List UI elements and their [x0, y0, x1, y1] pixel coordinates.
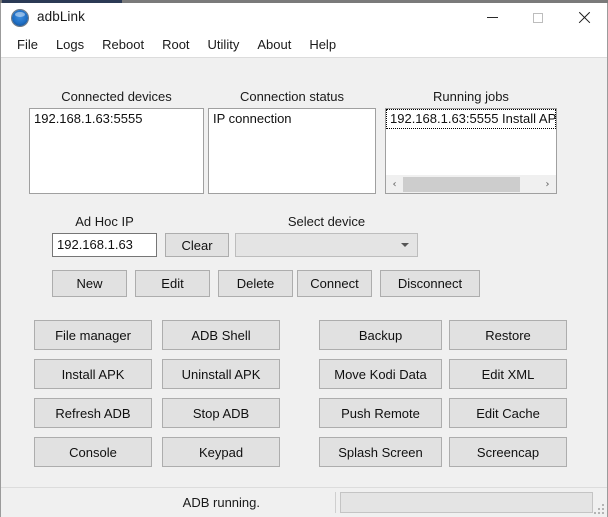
status-bar: ADB running.	[1, 487, 607, 517]
select-device-dropdown[interactable]	[235, 233, 418, 257]
file-manager-button[interactable]: File manager	[34, 320, 152, 350]
connection-status-label: Connection status	[239, 89, 345, 104]
select-device-value	[236, 234, 417, 240]
menu-item-reboot[interactable]: Reboot	[93, 35, 153, 55]
scroll-right-icon[interactable]: ›	[539, 176, 556, 193]
menu-bar: File Logs Reboot Root Utility About Help	[1, 33, 607, 58]
uninstall-apk-button[interactable]: Uninstall APK	[162, 359, 280, 389]
status-message: ADB running.	[182, 495, 260, 510]
clear-button[interactable]: Clear	[165, 233, 229, 257]
menu-item-about[interactable]: About	[248, 35, 300, 55]
move-kodi-data-button[interactable]: Move Kodi Data	[319, 359, 442, 389]
menu-item-utility[interactable]: Utility	[199, 35, 249, 55]
close-button[interactable]	[561, 3, 607, 32]
menu-item-root[interactable]: Root	[153, 35, 198, 55]
edit-button[interactable]: Edit	[135, 270, 210, 297]
client-area: Connected devices 192.168.1.63:5555 Conn…	[1, 58, 607, 517]
running-jobs-list[interactable]: 192.168.1.63:5555 Install API ‹ ›	[385, 108, 557, 194]
install-apk-button[interactable]: Install APK	[34, 359, 152, 389]
adhoc-ip-label: Ad Hoc IP	[75, 214, 134, 229]
connection-status-list[interactable]: IP connection	[208, 108, 376, 194]
resize-grip-icon[interactable]	[593, 503, 605, 515]
chevron-down-icon	[401, 243, 409, 247]
disconnect-button[interactable]: Disconnect	[380, 270, 480, 297]
keypad-button[interactable]: Keypad	[162, 437, 280, 467]
console-button[interactable]: Console	[34, 437, 152, 467]
scroll-track[interactable]	[403, 176, 539, 193]
status-progress-field	[340, 492, 593, 513]
running-jobs-label: Running jobs	[433, 89, 509, 104]
running-jobs-hscrollbar[interactable]: ‹ ›	[386, 175, 556, 193]
maximize-icon	[533, 12, 543, 23]
push-remote-button[interactable]: Push Remote	[319, 398, 442, 428]
list-item[interactable]: IP connection	[209, 109, 375, 129]
connect-button[interactable]: Connect	[297, 270, 372, 297]
close-icon	[578, 12, 590, 24]
splash-screen-button[interactable]: Splash Screen	[319, 437, 442, 467]
minimize-button[interactable]	[469, 3, 515, 32]
restore-button[interactable]: Restore	[449, 320, 567, 350]
edit-cache-button[interactable]: Edit Cache	[449, 398, 567, 428]
menu-item-help[interactable]: Help	[300, 35, 345, 55]
list-item[interactable]: 192.168.1.63:5555 Install API	[386, 109, 556, 129]
title-bar: adbLink	[1, 3, 607, 33]
connected-devices-label: Connected devices	[61, 89, 172, 104]
screencap-button[interactable]: Screencap	[449, 437, 567, 467]
backup-button[interactable]: Backup	[319, 320, 442, 350]
new-button[interactable]: New	[52, 270, 127, 297]
select-device-label: Select device	[287, 214, 366, 229]
connected-devices-list[interactable]: 192.168.1.63:5555	[29, 108, 204, 194]
menu-item-file[interactable]: File	[8, 35, 47, 55]
adhoc-ip-input[interactable]: 192.168.1.63	[52, 233, 157, 257]
maximize-button[interactable]	[515, 3, 561, 32]
window-title: adbLink	[37, 9, 85, 24]
minimize-icon	[486, 17, 498, 18]
scroll-left-icon[interactable]: ‹	[386, 176, 403, 193]
scroll-thumb[interactable]	[403, 177, 520, 192]
edit-xml-button[interactable]: Edit XML	[449, 359, 567, 389]
menu-item-logs[interactable]: Logs	[47, 35, 93, 55]
stop-adb-button[interactable]: Stop ADB	[162, 398, 280, 428]
main-window: adbLink File Logs Reboot Root Utility Ab…	[0, 3, 608, 517]
adb-shell-button[interactable]: ADB Shell	[162, 320, 280, 350]
status-separator	[335, 492, 336, 513]
adblink-window-root: adbLink File Logs Reboot Root Utility Ab…	[0, 0, 608, 517]
app-icon	[12, 10, 28, 26]
delete-button[interactable]: Delete	[218, 270, 293, 297]
refresh-adb-button[interactable]: Refresh ADB	[34, 398, 152, 428]
list-item[interactable]: 192.168.1.63:5555	[30, 109, 203, 129]
